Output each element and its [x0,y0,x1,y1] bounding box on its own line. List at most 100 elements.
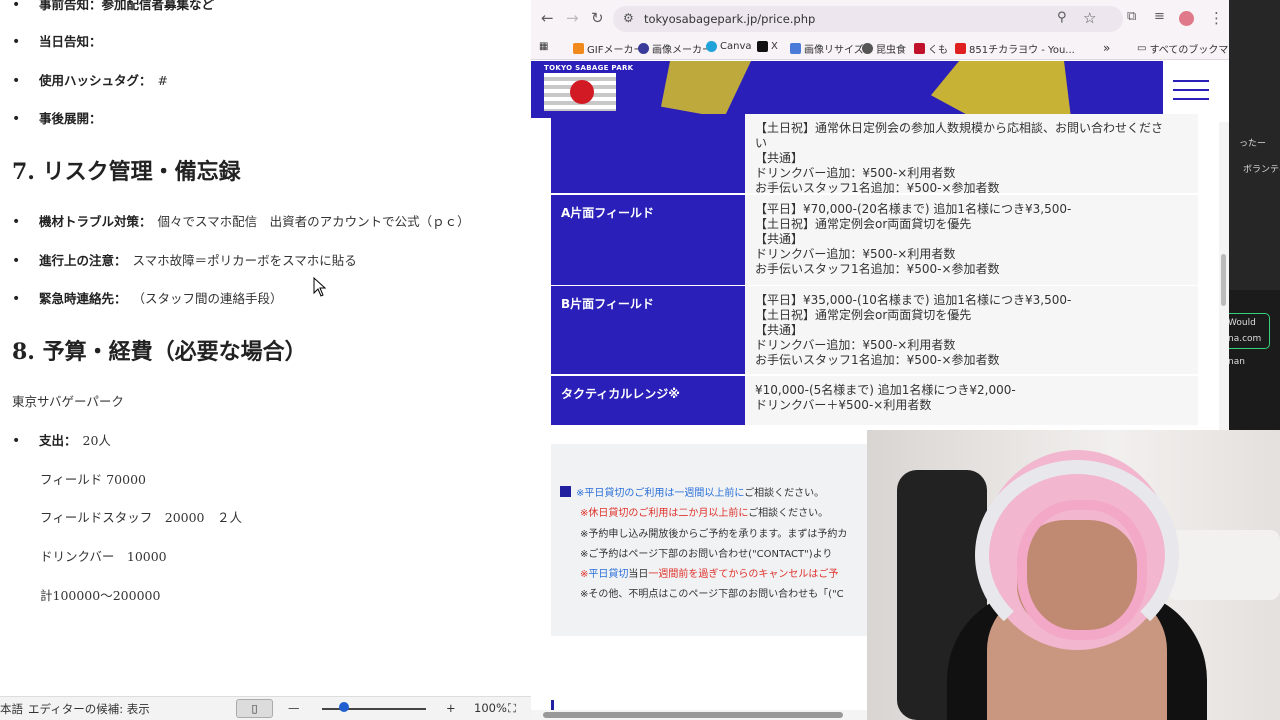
doc-bullet-emergency: • 緊急時連絡先： （スタッフ間の連絡手段） [12,288,283,307]
doc-bullet-hashtag: • 使用ハッシュタグ： # [12,70,168,89]
zoom-level[interactable]: 100% [474,701,507,715]
price-line: 【平日】¥70,000-(20名様まで) 追加1名様につき¥3,500- [755,202,1072,216]
bookmark-favicon-icon [757,41,768,52]
note-highlight: 一週間前を過ぎてからのキャンセルはご予 [648,569,839,580]
print-layout-view-icon[interactable]: ▯ [236,699,273,718]
bookmark-label: 画像リサイズ [804,45,864,56]
zoom-icon[interactable]: ⚲ [1057,10,1067,25]
document-pane[interactable]: • 事前告知：参加配信者募集など • 当日告知： • 使用ハッシュタグ： # •… [0,0,531,696]
bookmarks-overflow-button[interactable]: » [1103,41,1110,55]
price-line: 【土日祝】通常定例会or両面貸切を優先 [755,217,972,231]
bookmark-insect-food[interactable]: 昆虫食 [862,41,906,56]
note-highlight: ※平日貸切のご利用は一週間以上前に [576,488,745,499]
flag-sun [570,80,594,104]
horizontal-scrollbar[interactable] [531,710,867,720]
browser-window: ← → ↻ ⚙ tokyosabagepark.jp/price.php ⚲ ☆… [531,0,1229,430]
doc-bullet-equipment: • 機材トラブル対策： 個々でスマホ配信 出資者のアカウントで公式（ｐｃ） [12,211,470,230]
square-bullet-icon [560,486,571,497]
address-bar[interactable]: ⚙ tokyosabagepark.jp/price.php ⚲ ☆ [613,6,1123,32]
site-info-icon[interactable]: ⚙ [623,11,634,25]
bookmark-image-resize[interactable]: 画像リサイズ [790,41,864,56]
note-other: ※その他、不明点はこのページ下部のお問い合わせも「("C [580,589,844,600]
price-row: B片面フィールド 【平日】¥35,000-(10名様まで) 追加1名様につき¥3… [551,286,1198,375]
bookmarks-bar: ▦ GIFメーカー 画像メーカー Canva X 画像リサイズ 昆虫食 くも 8… [531,36,1229,60]
bookmark-favicon-icon [638,43,649,54]
bullet-dot: • [12,34,21,50]
price-row: タクティカルレンジ※ ¥10,000-(5名様まで) 追加1名様につき¥2,00… [551,376,1198,426]
site-logo-flag-icon[interactable] [544,73,616,111]
zoom-slider[interactable] [322,708,426,710]
price-line: 【共通】 [755,232,804,246]
bookmark-favicon-icon [573,43,584,54]
profile-avatar[interactable] [1179,11,1194,26]
bookmark-label: 画像メーカー [652,45,712,56]
bookmark-kumo[interactable]: くも [914,41,948,56]
bookmark-canva[interactable]: Canva [706,41,752,52]
horizontal-scrollbar-thumb[interactable] [543,712,843,718]
bookmark-label: くも [928,45,948,56]
extensions-icon[interactable]: ⧉ [1127,9,1136,24]
section-marker [551,700,554,710]
more-menu-icon[interactable]: ⋮ [1209,9,1224,27]
expense-item: 計100000～200000 [40,588,161,603]
note-holiday: ※休日貸切のご利用は二か月以上前にご相談ください。 [580,504,828,519]
price-line: 【土日祝】通常定例会or両面貸切を優先 [755,308,972,322]
page-scrollbar-thumb[interactable] [1221,254,1226,306]
bullet-dot: • [12,0,21,13]
forward-icon[interactable]: → [566,9,579,27]
apps-grid-icon[interactable]: ▦ [539,41,548,52]
media-controls-icon[interactable]: ≡ [1154,9,1165,24]
bookmark-favicon-icon [955,43,966,54]
bullet-dot: • [12,253,21,269]
doc-bullet-label: 事後展開： [39,111,102,126]
bookmark-image-maker[interactable]: 画像メーカー [638,41,712,56]
price-row-label: A片面フィールド [551,195,745,286]
bookmark-gif-maker[interactable]: GIFメーカー [573,41,643,56]
folder-icon: ▭ [1137,43,1147,54]
doc-bullet-value: 20人 [82,433,111,448]
all-bookmarks-folder[interactable]: ▭すべてのブックマーク [1137,41,1229,56]
reload-icon[interactable]: ↻ [591,9,604,27]
price-line: お手伝いスタッフ1名追加：¥500-×参加者数 [755,181,1000,195]
web-page: TOKYO SABAGE PARK 【土日祝】通常休日定例会の参加人数規模から応… [531,61,1229,430]
focus-mode-icon[interactable]: ⛶ [508,701,516,716]
back-icon[interactable]: ← [541,9,554,27]
note-cancel: ※平日貸切当日一週間前を過ぎてからのキャンセルはご予 [580,565,838,580]
note-weekday: ※平日貸切のご利用は一週間以上前にご相談ください。 [560,484,824,499]
doc-bullet-after: • 事後展開： [12,108,108,127]
price-row-details: 【土日祝】通常休日定例会の参加人数規模から応相談、お問い合わせくださ い 【共通… [745,114,1198,195]
bookmark-favicon-icon [914,43,925,54]
note-text: 当日 [628,569,649,580]
price-line: 【共通】 [755,151,804,165]
bullet-dot: • [12,214,21,230]
all-bookmarks-label: すべてのブックマーク [1149,45,1229,56]
side-app-text: na.com [1229,334,1262,344]
editor-suggestions[interactable]: エディターの候補: 表示 [28,701,150,717]
price-row-label: タクティカルレンジ※ [551,376,745,426]
bookmark-star-icon[interactable]: ☆ [1083,9,1096,27]
bookmark-label: X [771,41,778,52]
page-scrollbar[interactable] [1219,122,1229,430]
price-line: 【平日】¥35,000-(10名様まで) 追加1名様につき¥3,500- [755,293,1072,307]
zoom-slider-thumb[interactable] [339,702,349,712]
bookmark-youtube[interactable]: 851チカラヨウ - You... [955,41,1075,56]
expense-item: ドリンクバー 10000 [40,549,167,564]
site-logo-text: TOKYO SABAGE PARK [544,64,634,72]
menu-line [1173,89,1209,91]
web-page-lower: ※平日貸切のご利用は一週間以上前にご相談ください。 ※休日貸切のご利用は二か月以… [531,430,867,720]
language-label[interactable]: 本語 [0,701,23,717]
status-bar: 本語 エディターの候補: 表示 ▯ — + 100% ⛶ [0,696,531,720]
hamburger-menu-icon[interactable] [1163,61,1229,118]
header-decoration [931,61,1071,118]
expense-item: フィールドスタッフ 20000 ２人 [40,510,243,525]
zoom-out-button[interactable]: — [288,701,300,715]
bookmark-label: 昆虫食 [876,45,906,56]
bookmark-x[interactable]: X [757,41,778,52]
section7-heading: 7. リスク管理・備忘録 [12,159,241,185]
webcam-bed [1167,530,1280,600]
zoom-in-button[interactable]: + [446,701,456,715]
bullet-dot: • [12,433,21,449]
url-text[interactable]: tokyosabagepark.jp/price.php [644,12,815,26]
section8-heading: 8. 予算・経費（必要な場合） [12,339,307,365]
price-line: ドリンクバー追加：¥500-×利用者数 [755,166,956,180]
